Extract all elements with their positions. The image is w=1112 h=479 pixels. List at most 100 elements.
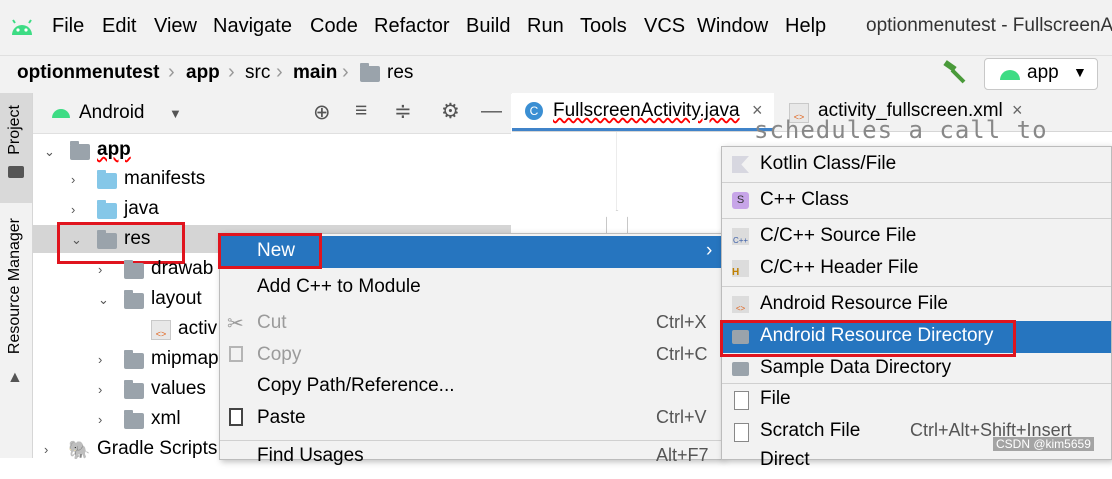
cpp-source-icon: C++ — [732, 228, 749, 245]
tree-item-xml[interactable]: xml — [151, 408, 181, 430]
tree-item-gradle-scripts[interactable]: Gradle Scripts — [97, 438, 217, 460]
menu-window[interactable]: Window — [697, 15, 768, 38]
submenu-item-file[interactable]: File — [722, 384, 1111, 416]
chevron-down-icon: ▼ — [1073, 64, 1087, 80]
tree-item-values[interactable]: values — [151, 378, 206, 400]
tree-item-layout[interactable]: layout — [151, 288, 202, 310]
android-studio-icon — [12, 19, 32, 35]
chevron-right-icon[interactable]: › — [98, 352, 102, 367]
folder-icon — [124, 290, 144, 309]
submenu-item-sample-data-directory[interactable]: Sample Data Directory — [722, 353, 1111, 385]
project-view-selector[interactable]: Android — [79, 102, 145, 124]
chevron-down-icon[interactable]: ⌄ — [44, 144, 55, 160]
resource-manager-tool-tab[interactable]: Resource Manager — [6, 218, 24, 354]
tree-item-activity-xml[interactable]: activ — [178, 318, 217, 340]
tree-item-manifests[interactable]: manifests — [124, 168, 205, 190]
menu-item-label: Android Resource File — [760, 293, 948, 314]
submenu-item-cpp-header[interactable]: H C/C++ Header File — [722, 253, 1111, 285]
menu-item-shortcut: Ctrl+X — [656, 312, 707, 332]
chevron-down-icon[interactable]: ⌄ — [98, 292, 109, 308]
shapes-icon: ▲ — [7, 369, 23, 386]
breadcrumb-separator: › — [276, 61, 283, 83]
gear-icon[interactable]: ⚙ — [441, 99, 460, 124]
folder-icon — [732, 362, 749, 376]
submenu-item-kotlin-class[interactable]: Kotlin Class/File — [722, 149, 1111, 181]
submenu-item-directory[interactable]: Direct — [722, 447, 1111, 479]
menu-refactor[interactable]: Refactor — [374, 15, 450, 38]
android-icon — [1000, 70, 1020, 80]
tree-item-app[interactable]: app — [97, 139, 131, 161]
menu-item-label: File — [760, 388, 791, 409]
menu-item-label: C/C++ Header File — [760, 257, 919, 278]
context-menu-item-find-usages[interactable]: Find Usages Alt+F7 — [220, 441, 722, 473]
context-menu-item-add-cpp[interactable]: Add C++ to Module — [220, 272, 722, 304]
folder-icon — [97, 200, 117, 219]
menu-build[interactable]: Build — [466, 15, 510, 38]
code-line: schedules a call to — [754, 116, 1048, 144]
breadcrumb-separator: › — [342, 61, 349, 83]
menu-item-label: Paste — [257, 407, 306, 428]
tab-fullscreen-activity[interactable]: C FullscreenActivity.java × — [512, 93, 774, 131]
scissors-icon: ✂ — [227, 313, 244, 335]
context-menu-item-paste[interactable]: Paste Ctrl+V — [220, 403, 722, 435]
run-configuration-dropdown[interactable]: app ▼ — [984, 58, 1098, 90]
menu-item-label: C/C++ Source File — [760, 225, 917, 246]
crosshair-icon[interactable]: ⊕ — [313, 100, 331, 125]
project-tool-tab[interactable]: Project — [6, 105, 24, 155]
folder-icon — [97, 170, 117, 189]
breadcrumb-project[interactable]: optionmenutest — [17, 62, 160, 84]
android-icon — [52, 109, 70, 118]
context-menu-item-copy-path[interactable]: Copy Path/Reference... — [220, 371, 722, 403]
submenu-item-cpp-source[interactable]: C++ C/C++ Source File — [722, 221, 1111, 253]
menu-vcs[interactable]: VCS — [644, 15, 685, 38]
menu-item-label: C++ Class — [760, 189, 849, 210]
folder-icon — [8, 166, 24, 178]
tree-item-mipmap[interactable]: mipmap — [151, 348, 219, 370]
breadcrumb-separator: › — [228, 61, 235, 83]
menu-help[interactable]: Help — [785, 15, 826, 38]
menu-item-label: Cut — [257, 312, 287, 333]
chevron-right-icon[interactable]: › — [44, 442, 48, 457]
tool-window-strip: Project Resource Manager ▲ — [0, 93, 33, 458]
expand-all-icon[interactable]: ≡ — [355, 99, 367, 123]
breadcrumb-app[interactable]: app — [186, 62, 220, 84]
menu-item-label: Sample Data Directory — [760, 357, 952, 378]
highlight-box-resource-directory — [720, 320, 1016, 357]
menu-tools[interactable]: Tools — [580, 15, 627, 38]
chevron-right-icon[interactable]: › — [98, 412, 102, 427]
fold-marker-icon[interactable] — [606, 210, 628, 234]
chevron-right-icon[interactable]: › — [98, 262, 102, 277]
context-menu: New › Add C++ to Module ✂ Cut Ctrl+X Cop… — [218, 233, 723, 466]
submenu-item-cpp-class[interactable]: S C++ Class — [722, 185, 1111, 217]
context-menu-item-copy[interactable]: Copy Ctrl+C — [220, 340, 722, 372]
project-panel-header: Android ▼ ⊕ ≡ ≑ ⚙ — — [33, 93, 511, 134]
breadcrumb-src[interactable]: src — [245, 62, 270, 84]
menu-item-shortcut: Ctrl+V — [656, 407, 707, 427]
window-title: optionmenutest - FullscreenAct — [866, 15, 1112, 36]
build-hammer-icon[interactable] — [940, 58, 968, 86]
menu-item-label: Scratch File — [760, 420, 861, 441]
tree-item-java[interactable]: java — [124, 198, 159, 220]
menu-edit[interactable]: Edit — [102, 15, 136, 38]
copy-icon — [229, 346, 243, 362]
tree-item-drawable[interactable]: drawab — [151, 258, 213, 280]
chevron-right-icon[interactable]: › — [98, 382, 102, 397]
menu-separator — [722, 182, 1111, 183]
menu-file[interactable]: File — [52, 15, 84, 38]
chevron-down-icon[interactable]: ▼ — [169, 106, 182, 121]
file-icon — [734, 391, 749, 410]
submenu-item-android-resource-file[interactable]: <> Android Resource File — [722, 289, 1111, 321]
menu-item-label: Copy — [257, 344, 302, 365]
minimize-icon[interactable]: — — [481, 99, 502, 123]
chevron-right-icon[interactable]: › — [71, 202, 75, 217]
collapse-all-icon[interactable]: ≑ — [394, 99, 412, 124]
menu-run[interactable]: Run — [527, 15, 564, 38]
breadcrumb-res[interactable]: res — [387, 62, 413, 84]
menu-navigate[interactable]: Navigate — [213, 15, 292, 38]
breadcrumb-main[interactable]: main — [293, 62, 337, 84]
menu-view[interactable]: View — [154, 15, 197, 38]
highlight-box-new — [218, 233, 322, 269]
menu-code[interactable]: Code — [310, 15, 358, 38]
chevron-right-icon[interactable]: › — [71, 172, 75, 187]
context-menu-item-cut[interactable]: ✂ Cut Ctrl+X — [220, 308, 722, 340]
